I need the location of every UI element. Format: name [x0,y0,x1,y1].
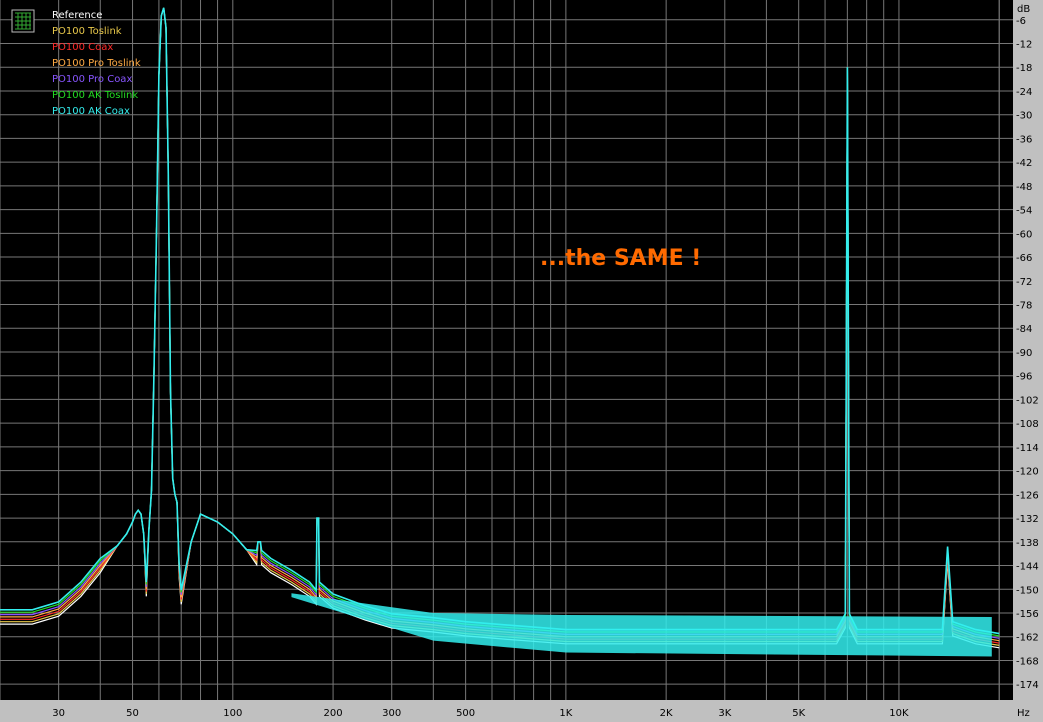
plot-area [0,0,1013,700]
y-tick-label: -30 [1016,111,1032,122]
legend-entry: PO100 Pro Coax [52,74,132,85]
y-tick-label: -150 [1016,585,1039,596]
x-tick-label: 10K [889,708,909,719]
y-axis-ticks: -6 -12 -18 -24 -30 -36 -42 -48 -54 -60 -66 -72 -78 -8… [1016,16,1039,691]
y-tick-label: -156 [1016,609,1039,620]
y-tick-label: -24 [1016,87,1032,98]
legend-entry: PO100 AK Toslink [52,90,138,101]
x-tick-label: 50 [126,708,139,719]
annotation-text: ...the SAME ! [540,246,701,271]
y-tick-label: -168 [1016,656,1039,667]
y-tick-label: -18 [1016,63,1032,74]
x-tick-label: 500 [456,708,475,719]
y-tick-label: -114 [1016,443,1039,454]
y-tick-label: -54 [1016,206,1032,217]
x-axis-ticks: 30 50 100 200 300 500 1K 2K 3K 5K 10K [52,708,909,719]
y-tick-label: -132 [1016,514,1039,525]
y-tick-label: -60 [1016,229,1032,240]
legend-entry: PO100 Toslink [52,26,122,37]
y-tick-label: -102 [1016,395,1039,406]
y-tick-label: -84 [1016,324,1032,335]
y-tick-label: -96 [1016,372,1032,383]
fft-spectrum-chart: 30 50 100 200 300 500 1K 2K 3K 5K 10K -6 -12 -18 -24-… [0,0,1043,722]
y-tick-label: -138 [1016,538,1039,549]
y-tick-label: -66 [1016,253,1032,264]
x-tick-label: 30 [52,708,65,719]
chart-svg: 30 50 100 200 300 500 1K 2K 3K 5K 10K -6-12-18-24-… [0,0,1039,719]
y-tick-label: -90 [1016,348,1032,359]
legend-entry: PO100 Coax [52,42,113,53]
y-tick-label: -6 [1016,16,1026,27]
y-tick-label: -126 [1016,490,1039,501]
y-tick-label: -12 [1016,40,1032,51]
x-tick-label: 300 [382,708,401,719]
x-tick-label: 3K [718,708,731,719]
legend-entry: PO100 Pro Toslink [52,58,141,69]
x-tick-label: 200 [324,708,343,719]
legend-entry: PO100 AK Coax [52,106,130,117]
y-axis-label: dB [1017,4,1030,15]
y-tick-label: -174 [1016,680,1039,691]
x-tick-label: 5K [792,708,805,719]
x-axis-label: Hz [1017,708,1030,719]
y-tick-label: -42 [1016,158,1032,169]
y-tick-label: -72 [1016,277,1032,288]
y-tick-label: -120 [1016,467,1039,478]
y-tick-label: -144 [1016,562,1039,573]
y-tick-label: -108 [1016,419,1039,430]
x-tick-label: 100 [223,708,242,719]
legend-entry: Reference [52,10,102,21]
y-tick-label: -36 [1016,134,1032,145]
y-tick-label: -162 [1016,633,1039,644]
x-tick-label: 2K [660,708,673,719]
y-tick-label: -48 [1016,182,1032,193]
x-tick-label: 1K [559,708,572,719]
y-tick-label: -78 [1016,301,1032,312]
